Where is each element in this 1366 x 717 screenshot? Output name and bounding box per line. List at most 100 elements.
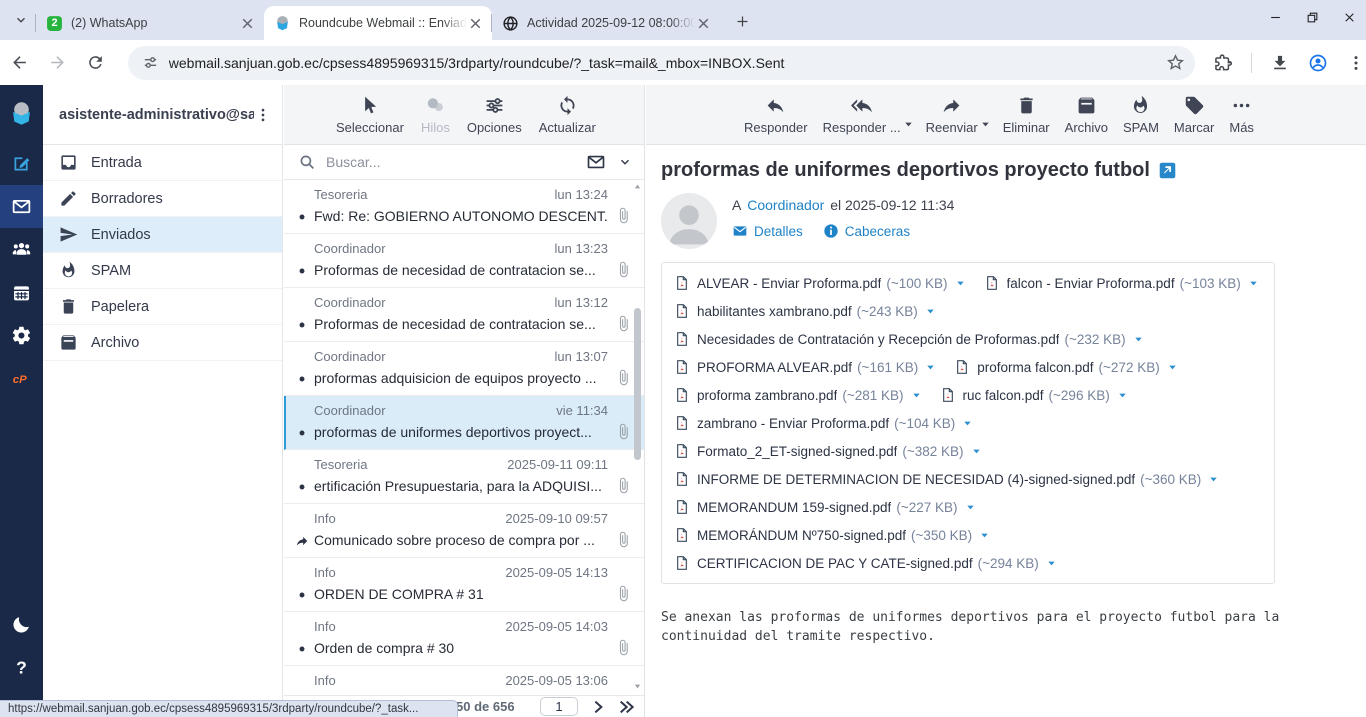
folder-item[interactable]: Papelera	[43, 289, 282, 325]
minimize-button[interactable]	[1269, 11, 1282, 24]
reader-toolbar-button[interactable]: Reenviar	[926, 95, 978, 135]
message-row[interactable]: Tesoreria 2025-09-11 09:11 ertificación …	[284, 450, 644, 504]
message-row[interactable]: Coordinador lun 13:12 Proformas de neces…	[284, 288, 644, 342]
message-row[interactable]: Info 2025-09-05 14:03 Orden de compra # …	[284, 612, 644, 666]
attachment-menu-caret-icon[interactable]	[925, 306, 936, 317]
reader-toolbar-button[interactable]: Más	[1229, 95, 1254, 135]
attachment-name[interactable]: CERTIFICACION DE PAC Y CATE-signed.pdf	[697, 556, 973, 571]
rail-proforma falcon.pdf[interactable]: proforma falcon.pdf (~272 KB)	[954, 353, 1177, 381]
attachment-menu-caret-icon[interactable]	[1248, 278, 1259, 289]
rail-ruc falcon.pdf[interactable]: ruc falcon.pdf (~296 KB)	[940, 381, 1128, 409]
attachment-menu-caret-icon[interactable]	[1133, 334, 1144, 345]
next-page-icon[interactable]	[590, 699, 606, 715]
browser-menu-icon[interactable]	[1346, 53, 1366, 73]
details-link[interactable]: Detalles	[732, 223, 803, 239]
message-row[interactable]: Info 2025-09-10 09:57 Comunicado sobre p…	[284, 504, 644, 558]
headers-link[interactable]: Cabeceras	[823, 223, 910, 239]
rail-MEMORANDUM 159-signed.pdf[interactable]: MEMORANDUM 159-signed.pdf (~227 KB)	[674, 493, 976, 521]
rail-help[interactable]: ?	[11, 654, 32, 680]
rail-cpanel[interactable]: cP	[0, 357, 43, 400]
folder-item[interactable]: Enviados	[43, 217, 282, 253]
extensions-icon[interactable]	[1213, 53, 1233, 73]
rail-contacts[interactable]	[0, 228, 43, 271]
rail-habilitantes xambrano.pdf[interactable]: habilitantes xambrano.pdf (~243 KB)	[674, 297, 936, 325]
new-tab-button[interactable]	[728, 7, 756, 35]
attachment-menu-caret-icon[interactable]	[1167, 362, 1178, 373]
browser-tab[interactable]: Roundcube Webmail :: Enviados	[264, 6, 492, 40]
address-bar[interactable]: webmail.sanjuan.gob.ec/cpsess4895969315/…	[128, 46, 1195, 80]
attachment-name[interactable]: habilitantes xambrano.pdf	[697, 304, 852, 319]
rail-PROFORMA ALVEAR.pdf[interactable]: PROFORMA ALVEAR.pdf (~161 KB)	[674, 353, 936, 381]
attachment-name[interactable]: PROFORMA ALVEAR.pdf	[697, 360, 852, 375]
attachment-menu-caret-icon[interactable]	[971, 446, 982, 457]
attachment-name[interactable]: falcon - Enviar Proforma.pdf	[1007, 276, 1175, 291]
tab-close-icon[interactable]	[239, 15, 256, 32]
attachment-name[interactable]: INFORME DE DETERMINACION DE NECESIDAD (4…	[697, 472, 1135, 487]
rail-calendar[interactable]	[0, 271, 43, 314]
list-scrollbar[interactable]	[632, 180, 643, 695]
search-scope-mail-icon[interactable]	[586, 152, 606, 172]
list-toolbar-button[interactable]: Seleccionar	[336, 95, 404, 135]
site-settings-icon[interactable]	[142, 54, 159, 71]
folder-item[interactable]: Borradores	[43, 181, 282, 217]
scroll-down-icon[interactable]	[633, 682, 642, 691]
rail-ALVEAR - Enviar Proforma.pdf[interactable]: ALVEAR - Enviar Proforma.pdf (~100 KB)	[674, 269, 966, 297]
attachment-menu-caret-icon[interactable]	[1046, 558, 1057, 569]
browser-tab[interactable]: 2 (2) WhatsApp	[36, 6, 264, 40]
rail-falcon - Enviar Proforma.pdf[interactable]: falcon - Enviar Proforma.pdf (~103 KB)	[984, 269, 1259, 297]
attachment-menu-caret-icon[interactable]	[1208, 474, 1219, 485]
reader-toolbar-button[interactable]: Archivo	[1065, 95, 1108, 135]
rail-MEMORÁNDUM Nº750-signed.pdf[interactable]: MEMORÁNDUM Nº750-signed.pdf (~350 KB)	[674, 521, 990, 549]
message-row[interactable]: Coordinador lun 13:07 proformas adquisic…	[284, 342, 644, 396]
forward-button[interactable]	[48, 49, 76, 77]
attachment-name[interactable]: proforma zambrano.pdf	[697, 388, 837, 403]
rail-proforma zambrano.pdf[interactable]: proforma zambrano.pdf (~281 KB)	[674, 381, 922, 409]
folder-options-icon[interactable]	[254, 106, 272, 124]
rail-dark-mode[interactable]	[11, 611, 32, 637]
list-toolbar-button[interactable]: Actualizar	[539, 95, 596, 135]
message-row[interactable]: Tesoreria lun 13:24 Fwd: Re: GOBIERNO AU…	[284, 180, 644, 234]
rail-zambrano - Enviar Proforma.pdf[interactable]: zambrano - Enviar Proforma.pdf (~104 KB)	[674, 409, 973, 437]
browser-tab[interactable]: Actividad 2025-09-12 08:00:00	[492, 6, 720, 40]
rail-mail[interactable]	[0, 185, 43, 228]
attachment-menu-caret-icon[interactable]	[962, 418, 973, 429]
attachment-menu-caret-icon[interactable]	[1117, 390, 1128, 401]
reader-toolbar-button[interactable]: SPAM	[1123, 95, 1159, 135]
reader-toolbar-button[interactable]: Eliminar	[1003, 95, 1050, 135]
folder-item[interactable]: Archivo	[43, 325, 282, 361]
list-toolbar-button[interactable]: Hilos	[421, 95, 450, 135]
scrollbar-thumb[interactable]	[634, 308, 641, 460]
rail-INFORME DE DETERMINACION DE NECESIDAD (4)-signed-signed.pdf[interactable]: INFORME DE DETERMINACION DE NECESIDAD (4…	[674, 465, 1219, 493]
tab-close-icon[interactable]	[695, 15, 712, 32]
tab-search-button[interactable]	[6, 6, 36, 34]
folder-item[interactable]: Entrada	[43, 145, 282, 181]
attachment-menu-caret-icon[interactable]	[911, 390, 922, 401]
downloads-icon[interactable]	[1270, 53, 1290, 73]
search-input[interactable]	[326, 154, 586, 170]
rail-settings[interactable]	[0, 314, 43, 357]
open-in-new-icon[interactable]	[1159, 162, 1176, 179]
message-row[interactable]: Coordinador lun 13:23 Proformas de neces…	[284, 234, 644, 288]
attachment-menu-caret-icon[interactable]	[965, 502, 976, 513]
last-page-icon[interactable]	[618, 699, 634, 715]
reader-toolbar-button[interactable]: Marcar	[1174, 95, 1214, 135]
close-button[interactable]	[1343, 11, 1356, 24]
attachment-menu-caret-icon[interactable]	[955, 278, 966, 289]
reader-toolbar-button[interactable]: Responder ...	[823, 95, 901, 135]
scroll-up-icon[interactable]	[633, 182, 642, 191]
rail-CERTIFICACION DE PAC Y CATE-signed.pdf[interactable]: CERTIFICACION DE PAC Y CATE-signed.pdf (…	[674, 549, 1057, 577]
restore-button[interactable]	[1306, 11, 1319, 24]
folder-item[interactable]: SPAM	[43, 253, 282, 289]
attachment-name[interactable]: Formato_2_ET-signed-signed.pdf	[697, 444, 897, 459]
message-row[interactable]: Info 2025-09-05 14:13 ORDEN DE COMPRA # …	[284, 558, 644, 612]
attachment-name[interactable]: ruc falcon.pdf	[963, 388, 1044, 403]
attachment-menu-caret-icon[interactable]	[925, 362, 936, 373]
list-toolbar-button[interactable]: Opciones	[467, 95, 522, 135]
message-row[interactable]: Info 2025-09-05 13:06	[284, 666, 644, 695]
attachment-name[interactable]: MEMORÁNDUM Nº750-signed.pdf	[697, 528, 906, 543]
dropdown-caret-icon[interactable]	[903, 119, 914, 130]
message-row[interactable]: Coordinador vie 11:34 proformas de unifo…	[284, 396, 644, 450]
search-options-chevron-icon[interactable]	[618, 155, 632, 169]
recipient-link[interactable]: Coordinador	[747, 197, 824, 213]
attachment-name[interactable]: Necesidades de Contratación y Recepción …	[697, 332, 1059, 347]
